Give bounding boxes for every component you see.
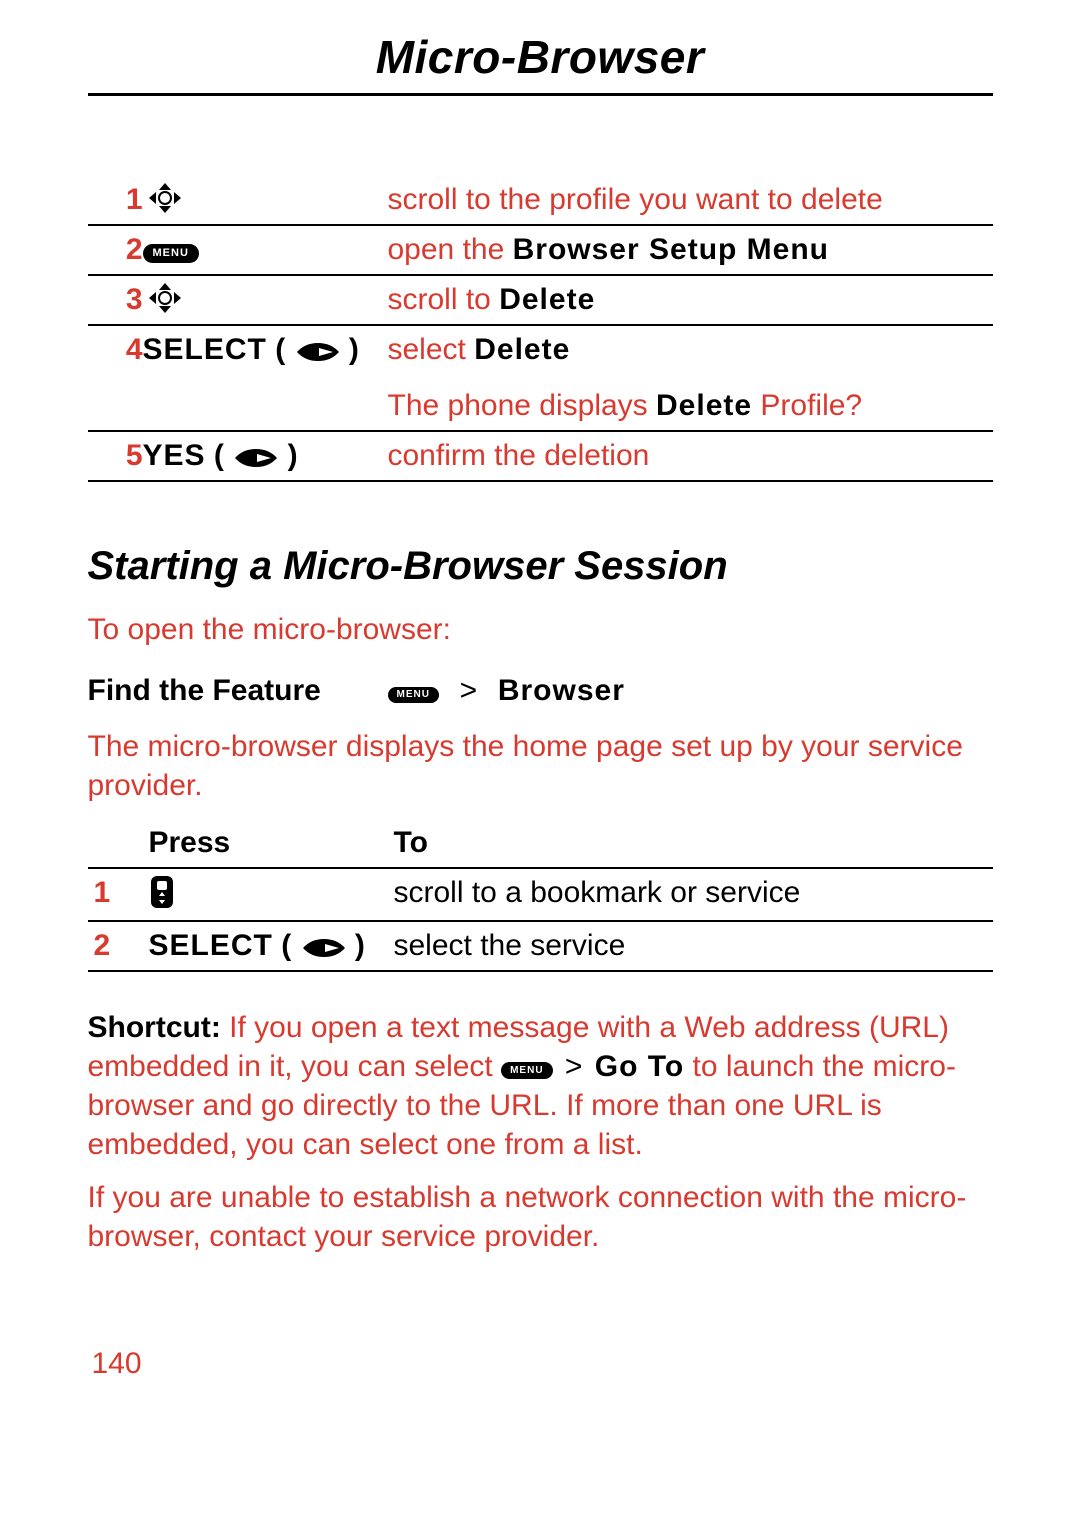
- step-description: open the Browser Setup Menu: [388, 225, 993, 275]
- press-header: Press: [149, 819, 394, 868]
- step-number: 2: [88, 921, 149, 971]
- table-row: 4 SELECT ( ) select Delete: [88, 325, 993, 374]
- step-description: scroll to the profile you want to delete: [388, 176, 993, 225]
- shortcut-label: Shortcut:: [88, 1011, 221, 1044]
- feature-label: Find the Feature: [88, 673, 388, 709]
- page-title: Micro-Browser: [88, 30, 993, 96]
- menu-name: Delete: [656, 389, 752, 422]
- softkey-label: SELECT: [149, 929, 273, 962]
- text: select: [388, 333, 475, 366]
- step-description: scroll to Delete: [388, 275, 993, 325]
- step-number: 4: [88, 325, 143, 374]
- softkey-label: SELECT: [143, 333, 267, 366]
- menu-name: Browser Setup Menu: [513, 233, 829, 266]
- table-row: 5 YES ( ) confirm the deletion: [88, 431, 993, 481]
- menu-key-icon: MENU: [143, 244, 199, 263]
- table-row: 1 scroll to a bookmark or service: [88, 868, 993, 921]
- select-key-icon: [233, 439, 287, 472]
- text: Profile?: [752, 389, 862, 422]
- menu-key-icon: MENU: [501, 1062, 552, 1079]
- step-description: The phone displays Delete Profile?: [388, 374, 993, 431]
- step-number: 1: [88, 176, 143, 225]
- feature-path: MENU > Browser: [388, 673, 625, 709]
- step-description: confirm the deletion: [388, 431, 993, 481]
- path-item: Go To: [595, 1050, 684, 1083]
- menu-key-icon: MENU: [388, 687, 439, 703]
- step-number: 2: [88, 225, 143, 275]
- text: The phone displays: [388, 389, 657, 422]
- softkey-label: YES: [143, 439, 206, 472]
- intro-text: To open the micro-browser:: [88, 610, 993, 649]
- step-number: 1: [88, 868, 149, 921]
- nav-icon: [143, 183, 187, 216]
- table-row: 2 MENU open the Browser Setup Menu: [88, 225, 993, 275]
- table-row: 1 scroll to the profile you want to dele…: [88, 176, 993, 225]
- body-paragraph: The micro-browser displays the home page…: [88, 727, 993, 805]
- find-the-feature: Find the Feature MENU > Browser: [88, 673, 993, 709]
- body-paragraph: If you are unable to establish a network…: [88, 1178, 993, 1256]
- step-number: 5: [88, 431, 143, 481]
- shortcut-paragraph: Shortcut: If you open a text message wit…: [88, 1008, 993, 1164]
- step-description: scroll to a bookmark or service: [394, 868, 993, 921]
- path-item: Browser: [498, 674, 625, 707]
- table-row: 3 scroll to Delete: [88, 275, 993, 325]
- step-description: select the service: [394, 921, 993, 971]
- steps-table-2: Press To 1 scroll to a boo: [88, 819, 993, 972]
- phone-icon: [149, 879, 175, 912]
- text: scroll to: [388, 283, 500, 316]
- nav-icon: [143, 283, 187, 316]
- page-number: 140: [88, 1346, 993, 1382]
- step-description: select Delete: [388, 325, 993, 374]
- select-key-icon: [295, 333, 349, 366]
- table-row: 2 SELECT ( ) select the service: [88, 921, 993, 971]
- menu-name: Delete: [499, 283, 595, 316]
- text: open the: [388, 233, 513, 266]
- steps-table-1: 1 scroll to the profile you want to dele…: [88, 176, 993, 482]
- to-header: To: [394, 819, 993, 868]
- select-key-icon: [301, 929, 355, 962]
- table-row: The phone displays Delete Profile?: [88, 374, 993, 431]
- menu-name: Delete: [474, 333, 570, 366]
- step-number: 3: [88, 275, 143, 325]
- section-heading: Starting a Micro-Browser Session: [88, 542, 993, 590]
